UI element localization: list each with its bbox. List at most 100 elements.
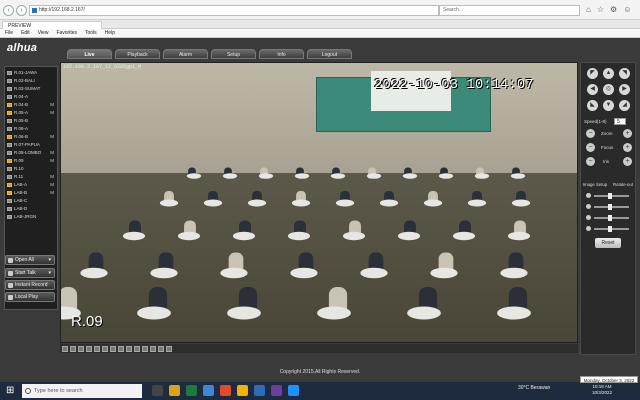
layout-icon[interactable] — [102, 345, 108, 352]
open-all-button[interactable]: Open All ▾ — [5, 255, 55, 265]
layout-icon[interactable] — [78, 345, 84, 352]
slider-knob[interactable] — [608, 204, 612, 210]
ptz-up-icon[interactable]: ▲ — [603, 68, 614, 79]
channel-item[interactable]: R.11 M — [5, 173, 57, 181]
file-explorer-icon[interactable] — [169, 385, 180, 396]
tab-setup[interactable]: Setup — [211, 49, 256, 59]
windows-start-icon[interactable]: ⊞ — [6, 386, 16, 396]
tab-alarm[interactable]: Alarm — [163, 49, 208, 59]
ptz-up-left-icon[interactable]: ◤ — [587, 68, 598, 79]
layout-icon[interactable] — [150, 345, 156, 352]
zoom-out-icon[interactable]: − — [586, 129, 595, 138]
ptz-down-icon[interactable]: ▼ — [603, 100, 614, 111]
ptz-up-right-icon[interactable]: ◥ — [619, 68, 630, 79]
channel-item[interactable]: R.10 — [5, 165, 57, 173]
layout-icon[interactable] — [110, 345, 116, 352]
word-icon[interactable] — [254, 385, 265, 396]
weather-status[interactable]: 30°C Berawan — [518, 385, 550, 391]
channel-item[interactable]: LAB-A M — [5, 181, 57, 189]
star-icon[interactable]: ☆ — [597, 5, 604, 14]
slider-knob[interactable] — [608, 215, 612, 221]
smiley-icon[interactable]: ☺ — [623, 5, 631, 14]
layout-icon[interactable] — [62, 345, 68, 352]
reset-button[interactable]: Reset — [595, 238, 621, 248]
channel-item[interactable]: R.04-A — [5, 93, 57, 101]
channel-item[interactable]: R.06-A — [5, 125, 57, 133]
ptz-down-left-icon[interactable]: ◣ — [587, 100, 598, 111]
tab-rotate[interactable]: Rotate-out — [609, 180, 637, 189]
menu-favorites[interactable]: Favorites — [56, 29, 77, 37]
menu-help[interactable]: Help — [105, 29, 115, 37]
brightness-slider[interactable] — [586, 193, 631, 199]
saturation-slider[interactable] — [586, 215, 631, 221]
channel-item[interactable]: R.09 M — [5, 157, 57, 165]
zoom-in-icon[interactable]: + — [623, 129, 632, 138]
focus-minus-icon[interactable]: − — [586, 143, 595, 152]
excel-icon[interactable] — [186, 385, 197, 396]
layout-icon[interactable] — [94, 345, 100, 352]
layout-icon[interactable] — [158, 345, 164, 352]
browser-tab[interactable]: PREVIEW — [2, 21, 102, 29]
channel-item[interactable]: R.07-PAPUA — [5, 141, 57, 149]
forward-icon[interactable]: › — [16, 5, 27, 16]
channel-item[interactable]: R.01-JAWA — [5, 69, 57, 77]
layout-icon[interactable] — [134, 345, 140, 352]
speed-select[interactable]: 5 — [614, 118, 626, 125]
tab-logout[interactable]: Logout — [307, 49, 352, 59]
menu-file[interactable]: File — [5, 29, 13, 37]
tab-info[interactable]: Info — [259, 49, 304, 59]
contrast-slider[interactable] — [586, 204, 631, 210]
internet-explorer-icon[interactable] — [288, 385, 299, 396]
channel-item[interactable]: R.08-LOMBO M — [5, 149, 57, 157]
taskbar-search-input[interactable]: Type here to search — [22, 384, 142, 398]
layout-icon[interactable] — [70, 345, 76, 352]
notes-icon[interactable] — [237, 385, 248, 396]
ptz-left-icon[interactable]: ◀ — [587, 84, 598, 95]
tab-image-setup[interactable]: Image Setup — [581, 180, 609, 189]
channel-item[interactable]: R.05-A M — [5, 109, 57, 117]
channel-item[interactable]: R.02-BALI — [5, 77, 57, 85]
home-icon[interactable]: ⌂ — [586, 5, 591, 14]
edge-icon[interactable] — [203, 385, 214, 396]
channel-item[interactable]: R.05-B — [5, 117, 57, 125]
layout-icon[interactable] — [126, 345, 132, 352]
layout-icon[interactable] — [86, 345, 92, 352]
live-video[interactable]: 192.168.2.167_12_6285gpi_M 2022-10-03 10… — [60, 62, 578, 343]
channel-item[interactable]: LAB-C — [5, 197, 57, 205]
ptz-right-icon[interactable]: ▶ — [619, 84, 630, 95]
tab-live[interactable]: Live — [67, 49, 112, 59]
channel-item[interactable]: R.03-SUMAT — [5, 85, 57, 93]
gear-icon[interactable]: ⚙ — [610, 5, 617, 14]
address-bar[interactable]: http://192.168.2.167/ — [29, 5, 439, 16]
menu-edit[interactable]: Edit — [21, 29, 30, 37]
slider-knob[interactable] — [608, 226, 612, 232]
ptz-down-right-icon[interactable]: ◢ — [619, 100, 630, 111]
iris-minus-icon[interactable]: − — [586, 157, 595, 166]
hue-slider[interactable] — [586, 226, 631, 232]
taskbar-clock[interactable]: 10:18 AM 10/3/2022 — [592, 384, 612, 396]
layout-icon[interactable] — [166, 345, 172, 352]
instant-record-button[interactable]: Instant Record — [5, 280, 55, 290]
menu-view[interactable]: View — [38, 29, 49, 37]
task-view-icon[interactable] — [152, 385, 163, 396]
app-icon[interactable] — [271, 385, 282, 396]
iris-plus-icon[interactable]: + — [623, 157, 632, 166]
back-icon[interactable]: ‹ — [3, 5, 14, 16]
channel-item[interactable]: R.06-B M — [5, 133, 57, 141]
focus-plus-icon[interactable]: + — [623, 143, 632, 152]
layout-icon[interactable] — [142, 345, 148, 352]
browser-search-input[interactable]: Search... — [439, 5, 580, 16]
layout-icon[interactable] — [118, 345, 124, 352]
video-desk — [511, 199, 531, 207]
channel-item[interactable]: R.04-B M — [5, 101, 57, 109]
tab-playback[interactable]: Playback — [115, 49, 160, 59]
start-talk-button[interactable]: Start Talk ▾ — [5, 268, 55, 278]
channel-item[interactable]: LAB-D — [5, 205, 57, 213]
slider-knob[interactable] — [608, 193, 612, 199]
menu-tools[interactable]: Tools — [85, 29, 97, 37]
local-play-button[interactable]: Local Play — [5, 292, 55, 302]
channel-item[interactable]: LAB-B M — [5, 189, 57, 197]
ptz-center-icon[interactable]: ◎ — [603, 84, 614, 95]
chrome-icon[interactable] — [220, 385, 231, 396]
channel-item[interactable]: LAB-JRGN — [5, 213, 57, 221]
